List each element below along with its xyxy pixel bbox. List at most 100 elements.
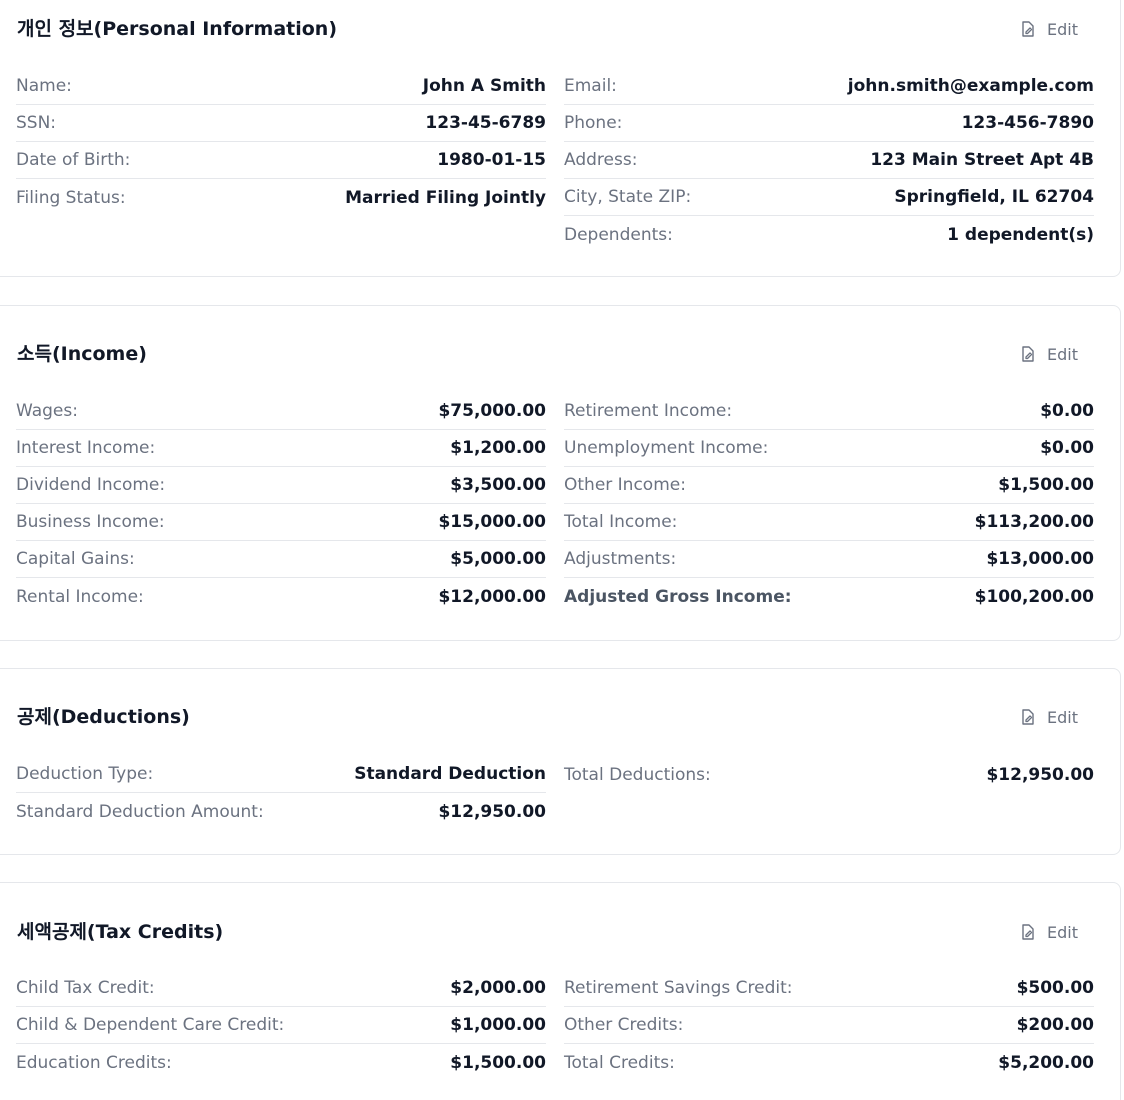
field-label: Other Credits: <box>564 1015 684 1035</box>
field-label: Address: <box>564 150 638 170</box>
field-row-retirement-savings-credit: Retirement Savings Credit: $500.00 <box>564 970 1094 1007</box>
field-label: Dependents: <box>564 224 673 245</box>
field-value: 123 Main Street Apt 4B <box>870 150 1094 170</box>
edit-label: Edit <box>1047 344 1078 364</box>
field-label: Unemployment Income: <box>564 438 769 458</box>
field-row-dependent-care-credit: Child & Dependent Care Credit: $1,000.00 <box>16 1007 546 1044</box>
tax-credits-grid: Child Tax Credit: $2,000.00 Child & Depen… <box>16 970 1094 1081</box>
personal-info-grid: Name: John A Smith SSN: 123-45-6789 Date o… <box>16 68 1094 253</box>
personal-info-header: 개인 정보(Personal Information) Edit <box>17 9 1092 49</box>
field-value: $113,200.00 <box>974 512 1094 532</box>
field-value: $500.00 <box>1016 978 1094 998</box>
deductions-left-column: Deduction Type: Standard Deduction Standa… <box>16 756 546 830</box>
tax-credits-title: 세액공제(Tax Credits) <box>17 921 224 943</box>
field-value: $5,200.00 <box>998 1052 1094 1073</box>
field-label: SSN: <box>16 113 57 133</box>
field-row-unemployment-income: Unemployment Income: $0.00 <box>564 430 1094 467</box>
field-row-address: Address: 123 Main Street Apt 4B <box>564 142 1094 179</box>
field-value: 1 dependent(s) <box>947 224 1094 245</box>
field-label: Phone: <box>564 113 623 133</box>
field-row-other-income: Other Income: $1,500.00 <box>564 467 1094 504</box>
field-row-name: Name: John A Smith <box>16 68 546 105</box>
field-label: Total Credits: <box>564 1052 675 1073</box>
field-row-adjustments: Adjustments: $13,000.00 <box>564 541 1094 578</box>
field-row-dob: Date of Birth: 1980-01-15 <box>16 142 546 179</box>
field-row-deduction-type: Deduction Type: Standard Deduction <box>16 756 546 793</box>
field-row-filing-status: Filing Status: Married Filing Jointly <box>16 179 546 216</box>
field-label: Other Income: <box>564 475 686 495</box>
field-label: Rental Income: <box>16 586 144 607</box>
field-label: Child Tax Credit: <box>16 978 155 998</box>
field-value: $75,000.00 <box>438 401 546 421</box>
field-row-capital-gains: Capital Gains: $5,000.00 <box>16 541 546 578</box>
field-row-retirement-income: Retirement Income: $0.00 <box>564 393 1094 430</box>
field-label: Wages: <box>16 401 78 421</box>
field-value: john.smith@example.com <box>847 76 1094 96</box>
deductions-edit-button[interactable]: Edit <box>1017 697 1080 737</box>
field-value: $3,500.00 <box>450 475 546 495</box>
field-value: $1,200.00 <box>450 438 546 458</box>
field-value: $2,000.00 <box>450 978 546 998</box>
field-label: Business Income: <box>16 512 165 532</box>
field-value: $15,000.00 <box>438 512 546 532</box>
field-label: Email: <box>564 76 617 96</box>
tax-credits-header: 세액공제(Tax Credits) Edit <box>17 912 1092 952</box>
field-value: $12,950.00 <box>438 801 546 822</box>
field-label: Name: <box>16 76 72 96</box>
field-value: $1,500.00 <box>998 475 1094 495</box>
field-value: $12,950.00 <box>986 764 1094 785</box>
field-label: Education Credits: <box>16 1052 172 1073</box>
tax-credits-right-column: Retirement Savings Credit: $500.00 Other … <box>564 970 1094 1081</box>
field-label: Total Income: <box>564 512 678 532</box>
personal-info-card: 개인 정보(Personal Information) Edit Name: Jo… <box>0 0 1121 277</box>
field-value: $1,500.00 <box>450 1052 546 1073</box>
field-value: $100,200.00 <box>974 586 1094 607</box>
field-value: $200.00 <box>1016 1015 1094 1035</box>
deductions-header: 공제(Deductions) Edit <box>17 697 1092 737</box>
field-row-total-credits: Total Credits: $5,200.00 <box>564 1044 1094 1081</box>
edit-icon <box>1019 345 1037 363</box>
field-row-child-tax-credit: Child Tax Credit: $2,000.00 <box>16 970 546 1007</box>
field-value: $13,000.00 <box>986 549 1094 569</box>
deductions-grid: Deduction Type: Standard Deduction Standa… <box>16 756 1094 830</box>
field-label: Retirement Savings Credit: <box>564 978 793 998</box>
field-row-total-deductions: Total Deductions: $12,950.00 <box>564 756 1094 793</box>
field-row-education-credits: Education Credits: $1,500.00 <box>16 1044 546 1081</box>
field-value: $5,000.00 <box>450 549 546 569</box>
field-row-email: Email: john.smith@example.com <box>564 68 1094 105</box>
field-label: Date of Birth: <box>16 150 131 170</box>
field-label: Adjustments: <box>564 549 677 569</box>
field-value: Springfield, IL 62704 <box>894 187 1094 207</box>
tax-credits-card: 세액공제(Tax Credits) Edit Child Tax Credit:… <box>0 882 1121 1100</box>
field-label: Deduction Type: <box>16 764 154 784</box>
field-row-wages: Wages: $75,000.00 <box>16 393 546 430</box>
field-label: Total Deductions: <box>564 764 711 785</box>
field-label: City, State ZIP: <box>564 187 692 207</box>
field-value: $12,000.00 <box>438 586 546 607</box>
field-row-ssn: SSN: 123-45-6789 <box>16 105 546 142</box>
income-edit-button[interactable]: Edit <box>1017 334 1080 374</box>
field-value: John A Smith <box>422 76 546 96</box>
deductions-title: 공제(Deductions) <box>17 706 190 728</box>
field-row-dependents: Dependents: 1 dependent(s) <box>564 216 1094 253</box>
personal-info-left-column: Name: John A Smith SSN: 123-45-6789 Date o… <box>16 68 546 253</box>
field-value: Standard Deduction <box>354 764 546 784</box>
field-label: Capital Gains: <box>16 549 135 569</box>
field-row-dividend-income: Dividend Income: $3,500.00 <box>16 467 546 504</box>
field-label: Standard Deduction Amount: <box>16 801 264 822</box>
field-row-other-credits: Other Credits: $200.00 <box>564 1007 1094 1044</box>
field-row-adjusted-gross-income: Adjusted Gross Income: $100,200.00 <box>564 578 1094 615</box>
tax-credits-left-column: Child Tax Credit: $2,000.00 Child & Depen… <box>16 970 546 1081</box>
income-title: 소득(Income) <box>17 343 147 365</box>
income-grid: Wages: $75,000.00 Interest Income: $1,200.… <box>16 393 1094 615</box>
personal-info-title: 개인 정보(Personal Information) <box>17 18 338 40</box>
personal-info-edit-button[interactable]: Edit <box>1017 9 1080 49</box>
field-value: $1,000.00 <box>450 1015 546 1035</box>
tax-credits-edit-button[interactable]: Edit <box>1017 912 1080 952</box>
income-left-column: Wages: $75,000.00 Interest Income: $1,200.… <box>16 393 546 615</box>
income-card: 소득(Income) Edit Wages: $75,000.00 Interes… <box>0 305 1121 641</box>
field-row-city-state-zip: City, State ZIP: Springfield, IL 62704 <box>564 179 1094 216</box>
edit-icon <box>1019 708 1037 726</box>
deductions-card: 공제(Deductions) Edit Deduction Type: Stand… <box>0 668 1121 855</box>
edit-label: Edit <box>1047 707 1078 727</box>
